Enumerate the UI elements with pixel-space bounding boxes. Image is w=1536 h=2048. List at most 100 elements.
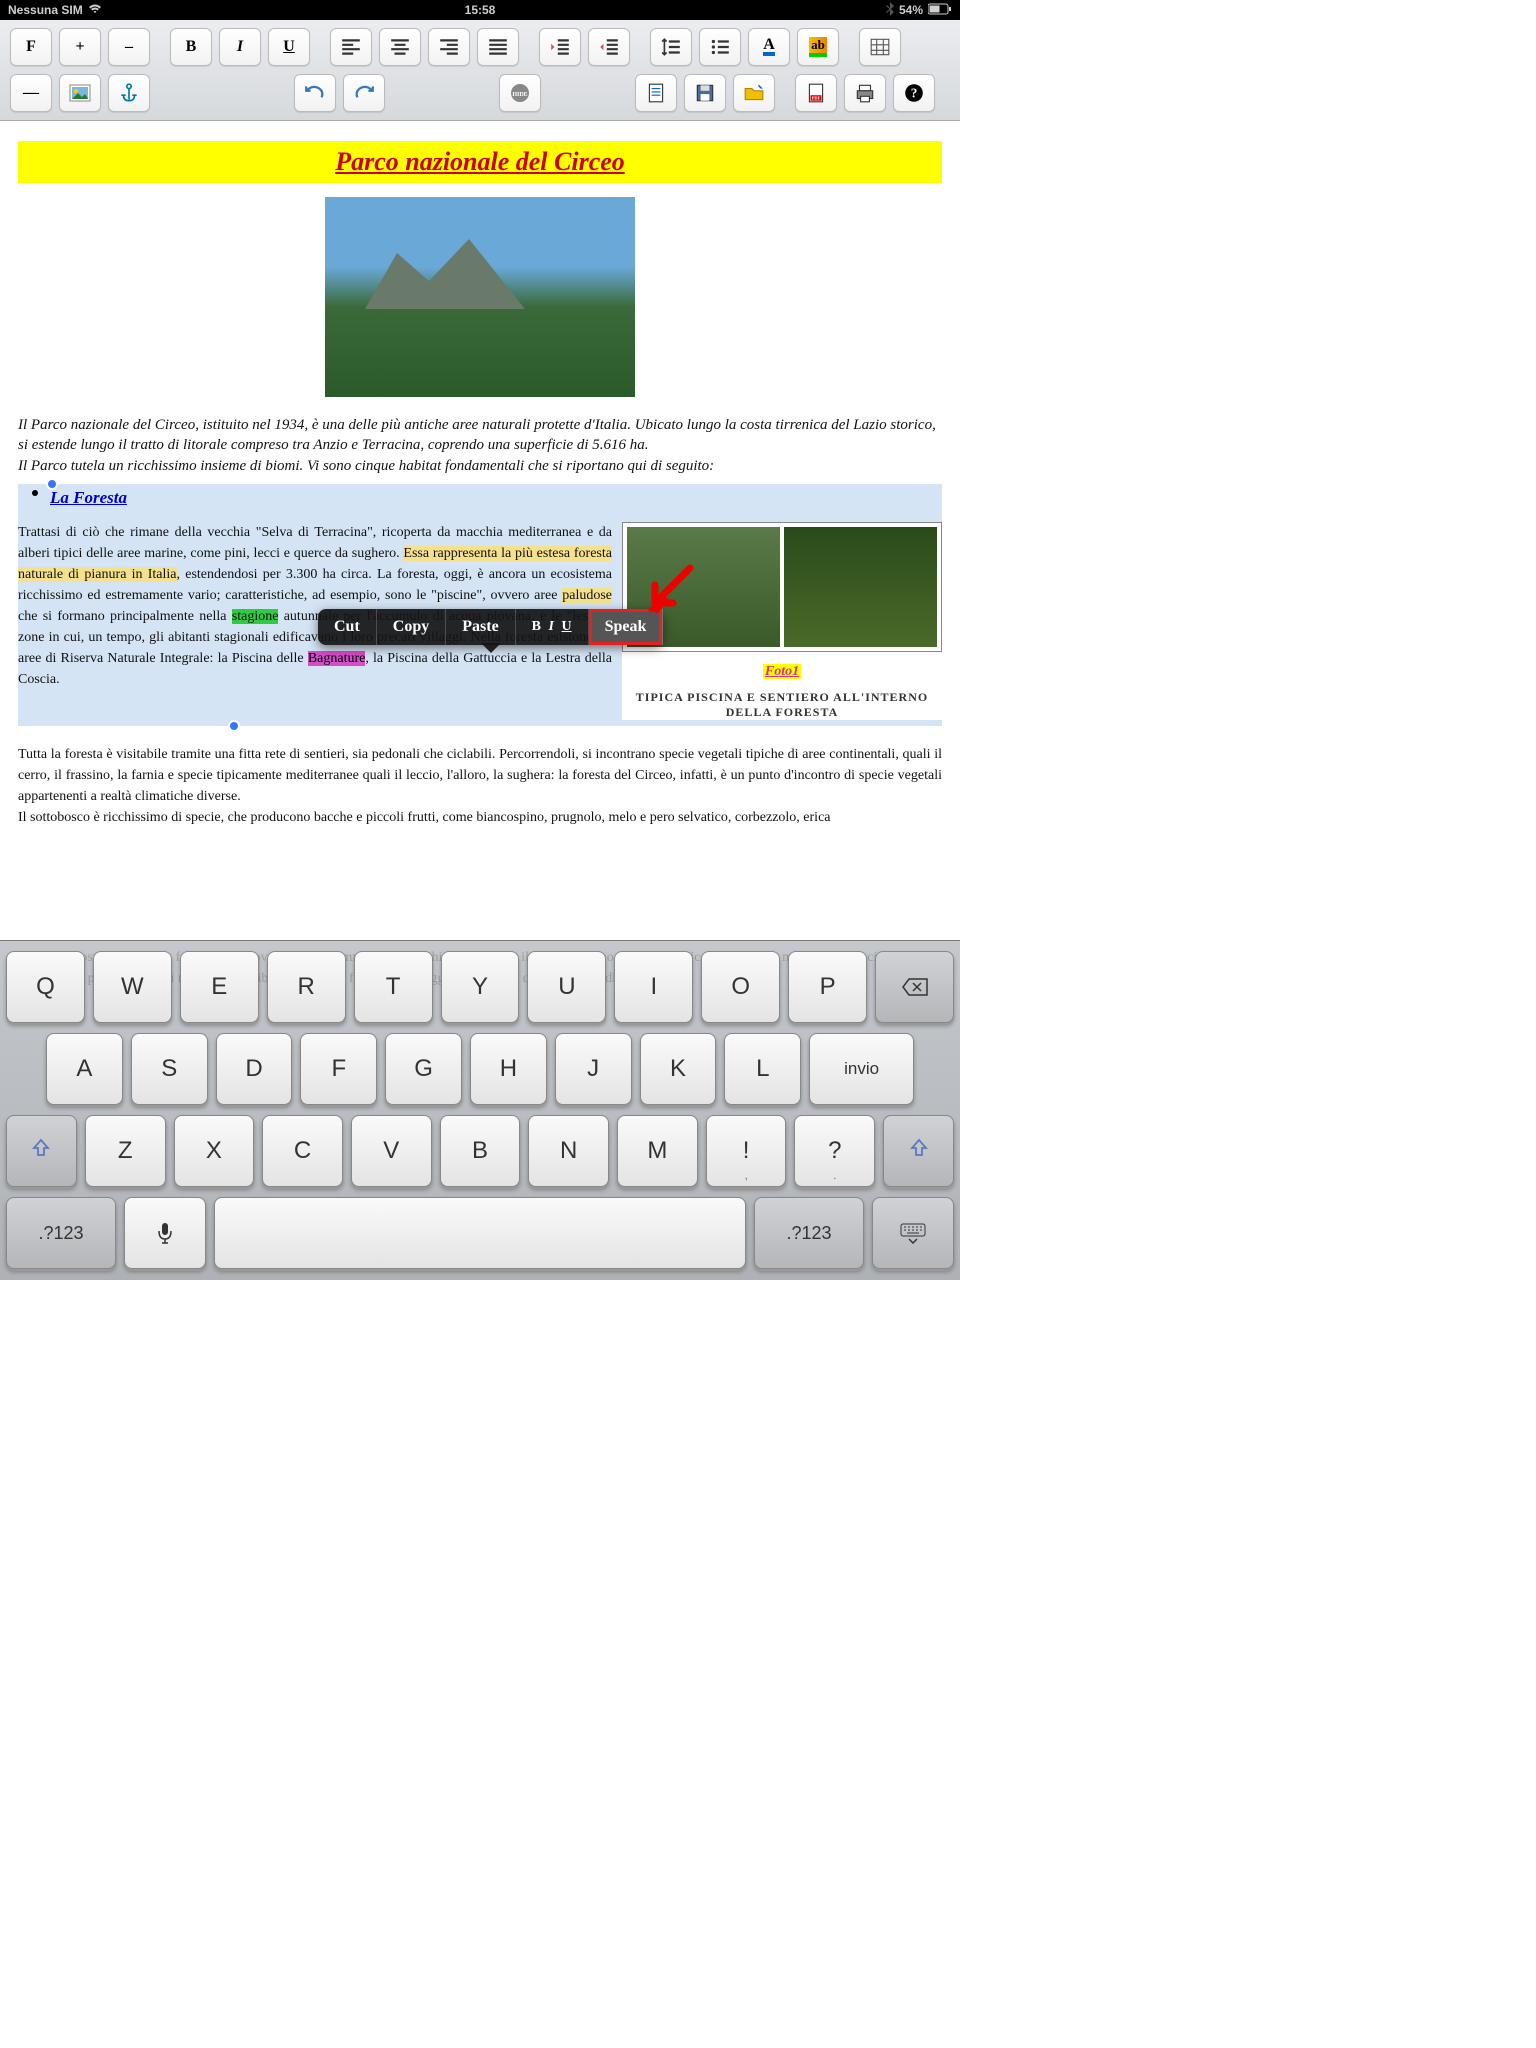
bold-button[interactable]: B	[170, 28, 212, 66]
decrease-button[interactable]: –	[108, 28, 150, 66]
key-space[interactable]	[214, 1197, 746, 1269]
key-b[interactable]: B	[440, 1115, 521, 1187]
key-r[interactable]: R	[267, 951, 346, 1023]
open-button[interactable]	[733, 74, 775, 112]
doc-title: Parco nazionale del Circeo	[335, 147, 625, 176]
key-w[interactable]: W	[93, 951, 172, 1023]
key-return[interactable]: invio	[809, 1033, 914, 1105]
paragraph-2: Tutta la foresta è visitabile tramite un…	[18, 744, 942, 828]
selection-handle-start[interactable]	[46, 478, 58, 490]
key-n[interactable]: N	[528, 1115, 609, 1187]
key-o[interactable]: O	[701, 951, 780, 1023]
key-g[interactable]: G	[385, 1033, 462, 1105]
key-x[interactable]: X	[174, 1115, 255, 1187]
print-button[interactable]	[844, 74, 886, 112]
key-a[interactable]: A	[46, 1033, 123, 1105]
key-shift-right[interactable]	[883, 1115, 954, 1187]
keyboard: La foresta ospita una ricca fauna: vi si…	[0, 940, 960, 1280]
key-s[interactable]: S	[131, 1033, 208, 1105]
key-m[interactable]: M	[617, 1115, 698, 1187]
context-menu: Cut Copy Paste B I U Speak	[318, 609, 663, 645]
align-justify-button[interactable]	[477, 28, 519, 66]
pdf-button[interactable]: PDF	[795, 74, 837, 112]
anchor-button[interactable]	[108, 74, 150, 112]
save-button[interactable]	[684, 74, 726, 112]
svg-text:HIDE: HIDE	[512, 92, 527, 98]
key-u[interactable]: U	[527, 951, 606, 1023]
hide-button[interactable]: HIDE	[499, 74, 541, 112]
key-backspace[interactable]	[875, 951, 954, 1023]
status-bar: Nessuna SIM 15:58 54%	[0, 0, 960, 20]
section-heading: La Foresta	[50, 488, 942, 508]
line-spacing-button[interactable]	[650, 28, 692, 66]
annotation-arrow-icon	[640, 563, 700, 623]
new-doc-button[interactable]	[635, 74, 677, 112]
align-right-button[interactable]	[428, 28, 470, 66]
italic-button[interactable]: I	[219, 28, 261, 66]
carrier-label: Nessuna SIM	[8, 3, 83, 17]
align-center-button[interactable]	[379, 28, 421, 66]
selection-handle-end[interactable]	[228, 720, 240, 732]
ctx-biu[interactable]: B I U	[516, 609, 589, 645]
key-period[interactable]: ?.	[794, 1115, 875, 1187]
help-button[interactable]: ?	[893, 74, 935, 112]
intro-paragraph: Il Parco nazionale del Circeo, istituito…	[18, 415, 942, 476]
key-q[interactable]: Q	[6, 951, 85, 1023]
ctx-cut[interactable]: Cut	[318, 609, 377, 645]
key-numbers-right[interactable]: .?123	[754, 1197, 864, 1269]
selection-block: La Foresta Trattasi di ciò che rimane de…	[18, 484, 942, 726]
redo-button[interactable]	[343, 74, 385, 112]
key-dictation[interactable]	[124, 1197, 206, 1269]
kbd-row-1: Q W E R T Y U I O P	[6, 951, 954, 1023]
kbd-row-3: Z X C V B N M !, ?.	[6, 1115, 954, 1187]
kbd-row-4: .?123 .?123	[6, 1197, 954, 1269]
key-f[interactable]: F	[300, 1033, 377, 1105]
highlight-color-button[interactable]: ab	[797, 28, 839, 66]
key-t[interactable]: T	[354, 951, 433, 1023]
title-highlight: Parco nazionale del Circeo	[18, 141, 942, 183]
svg-text:?: ?	[911, 85, 918, 100]
key-j[interactable]: J	[555, 1033, 632, 1105]
kbd-row-2: A S D F G H J K L invio	[6, 1033, 954, 1105]
clock: 15:58	[465, 3, 496, 17]
hr-button[interactable]: —	[10, 74, 52, 112]
key-d[interactable]: D	[216, 1033, 293, 1105]
key-shift-left[interactable]	[6, 1115, 77, 1187]
font-button[interactable]: F	[10, 28, 52, 66]
key-y[interactable]: Y	[441, 951, 520, 1023]
key-i[interactable]: I	[614, 951, 693, 1023]
key-k[interactable]: K	[640, 1033, 717, 1105]
ctx-paste[interactable]: Paste	[446, 609, 515, 645]
key-z[interactable]: Z	[85, 1115, 166, 1187]
image-button[interactable]	[59, 74, 101, 112]
increase-button[interactable]: +	[59, 28, 101, 66]
key-comma[interactable]: !,	[706, 1115, 787, 1187]
key-numbers-left[interactable]: .?123	[6, 1197, 116, 1269]
figure-label: Foto1	[763, 664, 801, 679]
outdent-button[interactable]	[539, 28, 581, 66]
figure-caption: tipica piscina e sentiero all'interno de…	[622, 690, 942, 720]
svg-text:PDF: PDF	[812, 96, 821, 101]
hero-image	[325, 197, 635, 397]
key-l[interactable]: L	[724, 1033, 801, 1105]
document-area[interactable]: Parco nazionale del Circeo Il Parco nazi…	[0, 121, 960, 848]
align-left-button[interactable]	[330, 28, 372, 66]
key-hide-keyboard[interactable]	[872, 1197, 954, 1269]
bullet-list-button[interactable]	[699, 28, 741, 66]
key-e[interactable]: E	[180, 951, 259, 1023]
font-color-button[interactable]: A	[748, 28, 790, 66]
key-h[interactable]: H	[470, 1033, 547, 1105]
key-v[interactable]: V	[351, 1115, 432, 1187]
indent-button[interactable]	[588, 28, 630, 66]
table-button[interactable]	[859, 28, 901, 66]
underline-button[interactable]: U	[268, 28, 310, 66]
bluetooth-icon	[886, 2, 894, 19]
undo-button[interactable]	[294, 74, 336, 112]
key-c[interactable]: C	[262, 1115, 343, 1187]
toolbar: F + – B I U A ab — HIDE PDF	[0, 20, 960, 121]
battery-icon	[928, 3, 952, 18]
figure-image-2	[784, 527, 937, 647]
ctx-copy[interactable]: Copy	[377, 609, 446, 645]
battery-label: 54%	[899, 3, 923, 17]
key-p[interactable]: P	[788, 951, 867, 1023]
